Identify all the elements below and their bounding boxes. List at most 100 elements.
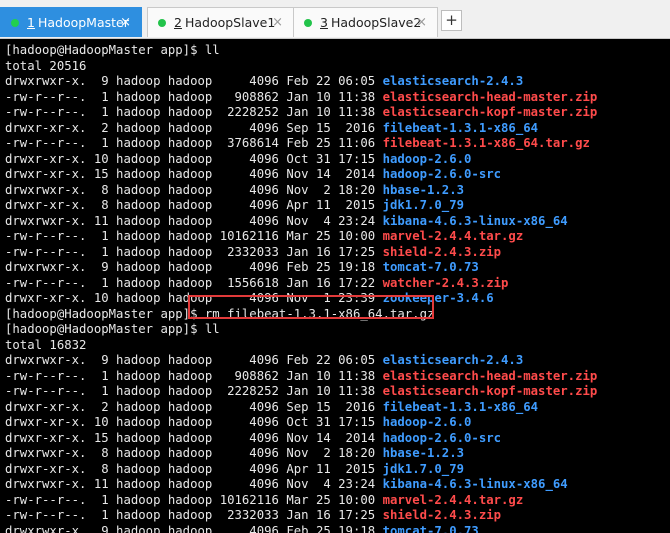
terminal-line: -rw-r--r--. 1 hadoop hadoop 3768614 Feb …	[5, 136, 597, 152]
file-name: hbase-1.2.3	[382, 182, 465, 197]
highlight-box	[188, 295, 434, 319]
new-tab-button[interactable]: +	[441, 10, 462, 31]
line-text: drwxr-xr-x. 15 hadoop hadoop 4096 Nov 14…	[5, 430, 383, 445]
line-text: drwxr-xr-x. 8 hadoop hadoop 4096 Apr 11 …	[5, 198, 383, 212]
terminal-line: -rw-r--r--. 1 hadoop hadoop 908862 Jan 1…	[5, 90, 597, 106]
tab-bar: 1 HadoopMaster × 2 HadoopSlave1 × 3 Hado…	[0, 0, 670, 39]
file-name: hbase-1.2.3	[382, 446, 465, 460]
terminal-line: drwxr-xr-x. 2 hadoop hadoop 4096 Sep 15 …	[5, 400, 597, 416]
connected-status-icon	[158, 18, 166, 27]
file-name: kibana-4.6.3-linux-x86_64	[382, 213, 568, 228]
tab-hadoopslave1[interactable]: 2 HadoopSlave1 ×	[147, 7, 294, 37]
file-name: kibana-4.6.3-linux-x86_64	[382, 477, 568, 491]
line-text: drwxr-xr-x. 10 hadoop hadoop 4096 Oct 31…	[5, 151, 383, 166]
file-name: elasticsearch-head-master.zip	[382, 89, 598, 104]
file-name: hadoop-2.6.0-src	[382, 430, 502, 445]
tab-number: 2	[174, 15, 182, 30]
line-text: drwxrwxr-x. 11 hadoop hadoop 4096 Nov 4 …	[5, 477, 383, 491]
terminal-line: drwxrwxr-x. 9 hadoop hadoop 4096 Feb 25 …	[5, 524, 597, 533]
line-text: drwxrwxr-x. 9 hadoop hadoop 4096 Feb 25 …	[5, 523, 383, 533]
terminal-line: -rw-r--r--. 1 hadoop hadoop 10162116 Mar…	[5, 229, 597, 245]
connected-status-icon	[11, 18, 19, 27]
terminal-line: -rw-r--r--. 1 hadoop hadoop 2228252 Jan …	[5, 384, 597, 400]
close-icon[interactable]: ×	[120, 15, 131, 30]
line-text: drwxrwxr-x. 8 hadoop hadoop 4096 Nov 2 1…	[5, 182, 383, 197]
file-name: marvel-2.4.4.tar.gz	[382, 229, 524, 243]
terminal-line: [hadoop@HadoopMaster app]$ ll	[5, 322, 597, 338]
line-text: drwxrwxr-x. 9 hadoop hadoop 4096 Feb 22 …	[5, 74, 383, 88]
line-text: -rw-r--r--. 1 hadoop hadoop 2332033 Jan …	[5, 508, 383, 522]
file-name: filebeat-1.3.1-x86_64	[382, 399, 539, 414]
terminal-line: drwxrwxr-x. 8 hadoop hadoop 4096 Nov 2 1…	[5, 183, 597, 199]
file-name: hadoop-2.6.0	[382, 151, 472, 166]
line-text: -rw-r--r--. 1 hadoop hadoop 2228252 Jan …	[5, 384, 383, 398]
line-text: -rw-r--r--. 1 hadoop hadoop 3768614 Feb …	[5, 136, 383, 150]
line-text: -rw-r--r--. 1 hadoop hadoop 10162116 Mar…	[5, 492, 383, 507]
terminal-line: -rw-r--r--. 1 hadoop hadoop 2228252 Jan …	[5, 105, 597, 121]
file-name: elasticsearch-kopf-master.zip	[382, 384, 598, 398]
file-name: elasticsearch-kopf-master.zip	[382, 105, 598, 119]
tab-hadoopmaster[interactable]: 1 HadoopMaster ×	[0, 7, 142, 37]
file-name: elasticsearch-2.4.3	[382, 353, 524, 367]
line-text: [hadoop@HadoopMaster app]$ ll	[5, 43, 220, 57]
line-text: total 20516	[5, 58, 87, 73]
terminal-line: drwxrwxr-x. 11 hadoop hadoop 4096 Nov 4 …	[5, 214, 597, 230]
close-icon[interactable]: ×	[416, 15, 427, 30]
terminal-line: drwxr-xr-x. 15 hadoop hadoop 4096 Nov 14…	[5, 167, 597, 183]
file-name: filebeat-1.3.1-x86_64	[382, 120, 539, 135]
line-text: [hadoop@HadoopMaster app]$ ll	[5, 322, 220, 336]
terminal-line: drwxr-xr-x. 10 hadoop hadoop 4096 Oct 31…	[5, 152, 597, 168]
file-name: hadoop-2.6.0-src	[382, 167, 502, 181]
line-text: drwxrwxr-x. 11 hadoop hadoop 4096 Nov 4 …	[5, 213, 383, 228]
line-text: -rw-r--r--. 1 hadoop hadoop 2332033 Jan …	[5, 244, 383, 259]
tab-title: HadoopSlave2	[330, 15, 422, 30]
connected-status-icon	[304, 18, 312, 27]
file-name: watcher-2.4.3.zip	[382, 275, 509, 290]
terminal-line: drwxr-xr-x. 8 hadoop hadoop 4096 Apr 11 …	[5, 198, 597, 214]
file-name: shield-2.4.3.zip	[382, 244, 502, 259]
line-text: drwxr-xr-x. 15 hadoop hadoop 4096 Nov 14…	[5, 167, 383, 181]
terminal-line: drwxrwxr-x. 8 hadoop hadoop 4096 Nov 2 1…	[5, 446, 597, 462]
line-text: drwxr-xr-x. 10 hadoop hadoop 4096 Oct 31…	[5, 415, 383, 429]
line-text: -rw-r--r--. 1 hadoop hadoop 908862 Jan 1…	[5, 89, 383, 104]
line-text: -rw-r--r--. 1 hadoop hadoop 10162116 Mar…	[5, 229, 383, 243]
line-text: drwxr-xr-x. 2 hadoop hadoop 4096 Sep 15 …	[5, 399, 383, 414]
tab-hadoopslave2[interactable]: 3 HadoopSlave2 ×	[293, 7, 438, 37]
file-name: hadoop-2.6.0	[382, 415, 472, 429]
file-name: jdk1.7.0_79	[382, 198, 465, 212]
file-name: tomcat-7.0.73	[382, 523, 479, 533]
file-name: filebeat-1.3.1-x86_64.tar.gz	[382, 136, 590, 150]
terminal-line: drwxrwxr-x. 11 hadoop hadoop 4096 Nov 4 …	[5, 477, 597, 493]
terminal-line: drwxr-xr-x. 2 hadoop hadoop 4096 Sep 15 …	[5, 121, 597, 137]
file-name: jdk1.7.0_79	[382, 461, 465, 476]
close-icon[interactable]: ×	[272, 15, 283, 30]
tab-title: HadoopSlave1	[184, 15, 276, 30]
terminal-line: -rw-r--r--. 1 hadoop hadoop 908862 Jan 1…	[5, 369, 597, 385]
terminal-lines: [hadoop@HadoopMaster app]$ ll total 20516…	[5, 43, 597, 533]
line-text: -rw-r--r--. 1 hadoop hadoop 2228252 Jan …	[5, 105, 383, 119]
line-text: drwxrwxr-x. 8 hadoop hadoop 4096 Nov 2 1…	[5, 446, 383, 460]
terminal-line: -rw-r--r--. 1 hadoop hadoop 1556618 Jan …	[5, 276, 597, 292]
line-text: total 16832	[5, 337, 87, 352]
terminal-line: [hadoop@HadoopMaster app]$ ll	[5, 43, 597, 59]
terminal-line: drwxr-xr-x. 8 hadoop hadoop 4096 Apr 11 …	[5, 462, 597, 478]
tab-title: HadoopMaster	[37, 15, 129, 30]
line-text: drwxrwxr-x. 9 hadoop hadoop 4096 Feb 22 …	[5, 353, 383, 367]
terminal-output[interactable]: [hadoop@HadoopMaster app]$ ll total 20516…	[0, 39, 670, 533]
file-name: shield-2.4.3.zip	[382, 508, 502, 522]
file-name: tomcat-7.0.73	[382, 260, 479, 274]
file-name: marvel-2.4.4.tar.gz	[382, 492, 524, 507]
terminal-line: drwxrwxr-x. 9 hadoop hadoop 4096 Feb 22 …	[5, 353, 597, 369]
line-text: drwxr-xr-x. 8 hadoop hadoop 4096 Apr 11 …	[5, 461, 383, 476]
line-text: -rw-r--r--. 1 hadoop hadoop 1556618 Jan …	[5, 275, 383, 290]
terminal-line: total 16832	[5, 338, 597, 354]
terminal-line: drwxr-xr-x. 15 hadoop hadoop 4096 Nov 14…	[5, 431, 597, 447]
file-name: elasticsearch-head-master.zip	[382, 368, 598, 383]
tab-number: 1	[27, 15, 35, 30]
terminal-line: drwxrwxr-x. 9 hadoop hadoop 4096 Feb 22 …	[5, 74, 597, 90]
line-text: -rw-r--r--. 1 hadoop hadoop 908862 Jan 1…	[5, 368, 383, 383]
file-name: elasticsearch-2.4.3	[382, 74, 524, 88]
terminal-line: drwxr-xr-x. 10 hadoop hadoop 4096 Oct 31…	[5, 415, 597, 431]
terminal-line: -rw-r--r--. 1 hadoop hadoop 10162116 Mar…	[5, 493, 597, 509]
terminal-line: -rw-r--r--. 1 hadoop hadoop 2332033 Jan …	[5, 508, 597, 524]
